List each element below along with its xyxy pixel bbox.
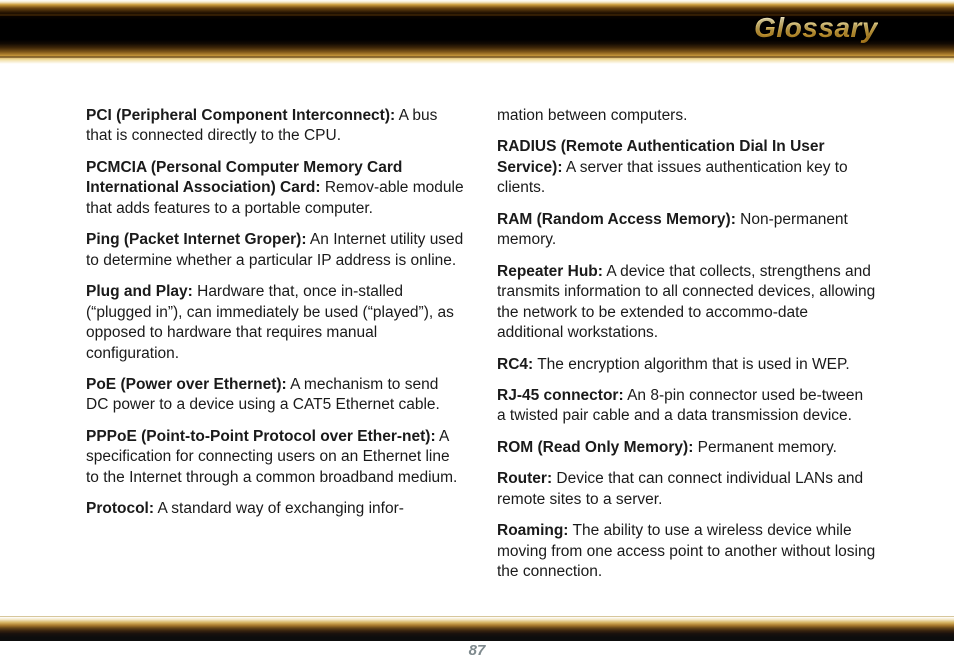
glossary-term: Router: xyxy=(497,470,552,487)
glossary-entry: Ping (Packet Internet Groper): An Intern… xyxy=(86,230,465,271)
glossary-entry: Router: Device that can connect individu… xyxy=(497,469,876,510)
glossary-term: PPPoE (Point-to-Point Protocol over Ethe… xyxy=(86,428,436,445)
glossary-entry: Protocol: A standard way of exchanging i… xyxy=(86,499,465,519)
glossary-entry: ROM (Read Only Memory): Permanent memory… xyxy=(497,438,876,458)
glossary-term: PCI (Peripheral Component Interconnect): xyxy=(86,107,395,124)
glossary-entry: PPPoE (Point-to-Point Protocol over Ethe… xyxy=(86,427,465,488)
glossary-term: Roaming: xyxy=(497,522,568,539)
footer-gradient-band xyxy=(0,617,954,641)
glossary-entry: RC4: The encryption algorithm that is us… xyxy=(497,355,876,375)
glossary-term: Ping (Packet Internet Groper): xyxy=(86,231,306,248)
glossary-definition: Device that can connect individual LANs … xyxy=(497,470,863,507)
glossary-term: RC4: xyxy=(497,356,533,373)
glossary-term: PoE (Power over Ethernet): xyxy=(86,376,287,393)
glossary-term: Plug and Play: xyxy=(86,283,193,300)
glossary-term: RJ-45 connector: xyxy=(497,387,624,404)
page-title: Glossary xyxy=(754,12,878,44)
glossary-term: Repeater Hub: xyxy=(497,263,603,280)
glossary-entry: PoE (Power over Ethernet): A mechanism t… xyxy=(86,375,465,416)
glossary-entry: PCI (Peripheral Component Interconnect):… xyxy=(86,106,465,147)
glossary-term: RAM (Random Access Memory): xyxy=(497,211,736,228)
glossary-entry: Plug and Play: Hardware that, once in-st… xyxy=(86,282,465,364)
glossary-content: PCI (Peripheral Component Interconnect):… xyxy=(86,106,876,626)
glossary-definition: mation between computers. xyxy=(497,107,687,124)
glossary-definition: Permanent memory. xyxy=(693,439,837,456)
page-number: 87 xyxy=(0,642,954,661)
column-left: PCI (Peripheral Component Interconnect):… xyxy=(86,106,465,626)
glossary-entry: RJ-45 connector: An 8-pin connector used… xyxy=(497,386,876,427)
column-right: mation between computers. RADIUS (Remote … xyxy=(497,106,876,626)
glossary-term: ROM (Read Only Memory): xyxy=(497,439,693,456)
glossary-definition: A standard way of exchanging infor- xyxy=(154,500,404,517)
glossary-entry: Repeater Hub: A device that collects, st… xyxy=(497,262,876,344)
glossary-entry: RADIUS (Remote Authentication Dial In Us… xyxy=(497,137,876,198)
glossary-entry: RAM (Random Access Memory): Non-permanen… xyxy=(497,210,876,251)
glossary-entry: mation between computers. xyxy=(497,106,876,126)
glossary-definition: The encryption algorithm that is used in… xyxy=(533,356,849,373)
glossary-entry: PCMCIA (Personal Computer Memory Card In… xyxy=(86,158,465,219)
glossary-entry: Roaming: The ability to use a wireless d… xyxy=(497,521,876,582)
glossary-term: Protocol: xyxy=(86,500,154,517)
header-divider-bottom xyxy=(0,56,954,58)
